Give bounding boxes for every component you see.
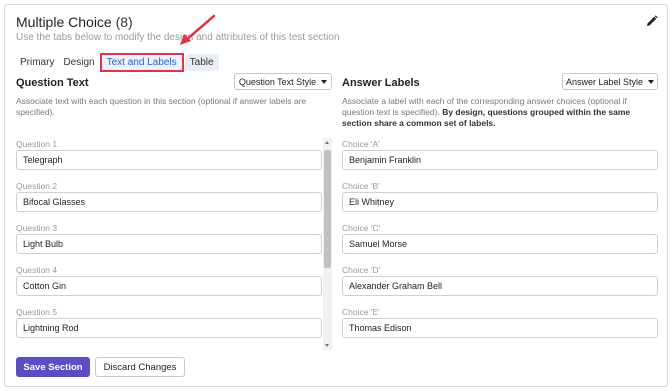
question-1-label: Question 1 <box>16 139 58 149</box>
scroll-up-icon[interactable] <box>325 141 329 144</box>
question-4-input[interactable]: Cotton Gin <box>16 276 322 296</box>
question-3-label: Question 3 <box>16 223 58 233</box>
tab-primary[interactable]: Primary <box>16 55 58 70</box>
question-text-heading: Question Text <box>16 77 89 89</box>
question-text-style-label: Question Text Style <box>238 76 317 87</box>
annotation-arrow-icon <box>180 14 216 45</box>
caret-down-icon <box>321 79 328 84</box>
choice-e-label: Choice 'E' <box>342 307 380 317</box>
question-text-style-dropdown[interactable]: Question Text Style <box>234 73 332 90</box>
question-count: (8) <box>115 14 133 30</box>
question-2-label: Question 2 <box>16 181 58 191</box>
caret-down-icon <box>648 79 655 84</box>
choice-c-label: Choice 'C' <box>342 223 381 233</box>
discard-changes-button[interactable]: Discard Changes <box>95 357 185 377</box>
choice-d-input[interactable]: Alexander Graham Bell <box>342 276 658 296</box>
choice-e-input[interactable]: Thomas Edison <box>342 318 658 338</box>
question-text-description: Associate text with each question in thi… <box>16 96 307 117</box>
question-2-input[interactable]: Bifocal Glasses <box>16 192 322 212</box>
choice-c-input[interactable]: Samuel Morse <box>342 234 658 254</box>
question-3-input[interactable]: Light Bulb <box>16 234 322 254</box>
answer-label-style-label: Answer Label Style <box>565 76 644 87</box>
choice-b-label: Choice 'B' <box>342 181 380 191</box>
save-section-button[interactable]: Save Section <box>16 357 90 377</box>
question-1-input[interactable]: Telegraph <box>16 150 322 170</box>
answer-labels-description: Associate a label with each of the corre… <box>342 96 658 129</box>
questions-scrollbar[interactable] <box>323 138 332 350</box>
tab-bar: Primary Design Text and Labels Table <box>16 52 220 72</box>
question-5-label: Question 5 <box>16 307 58 317</box>
tab-table[interactable]: Table <box>184 53 219 71</box>
tab-design[interactable]: Design <box>59 55 98 70</box>
answer-label-style-dropdown[interactable]: Answer Label Style <box>562 73 658 90</box>
scroll-down-icon[interactable] <box>325 344 329 347</box>
question-4-label: Question 4 <box>16 265 58 275</box>
pencil-icon[interactable] <box>646 15 658 27</box>
question-5-input[interactable]: Lightning Rod <box>16 318 322 338</box>
choice-a-label: Choice 'A' <box>342 139 380 149</box>
title-text: Multiple Choice <box>16 14 112 30</box>
choice-d-label: Choice 'D' <box>342 265 381 275</box>
answer-labels-heading: Answer Labels <box>342 77 420 89</box>
page-title: Multiple Choice (8) <box>16 14 133 30</box>
scroll-thumb[interactable] <box>324 150 331 268</box>
choice-b-input[interactable]: Eli Whitney <box>342 192 658 212</box>
tab-text-and-labels[interactable]: Text and Labels <box>99 52 184 72</box>
choice-a-input[interactable]: Benjamin Franklin <box>342 150 658 170</box>
